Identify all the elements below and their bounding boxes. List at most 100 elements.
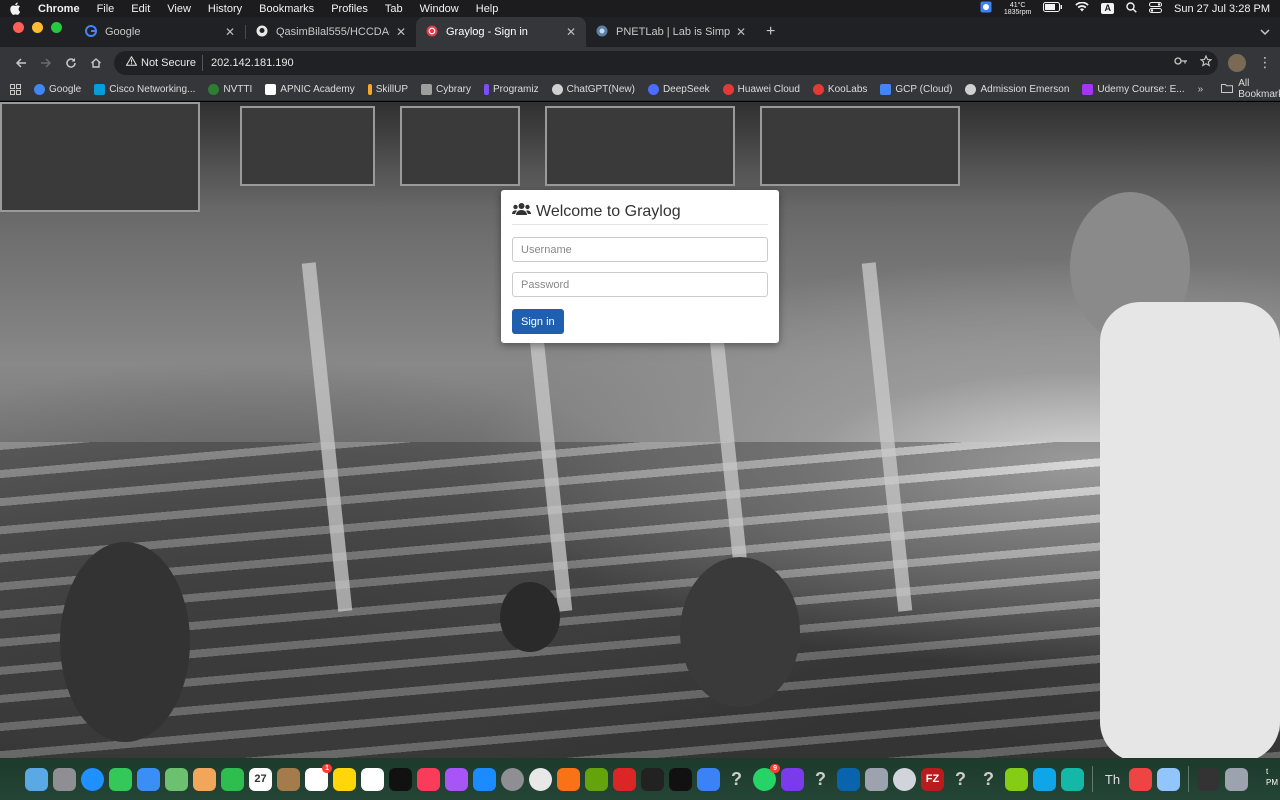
bookmark-star-icon[interactable]: [1199, 54, 1213, 70]
bookmark-huawei[interactable]: Huawei Cloud: [722, 83, 800, 95]
terminal-icon[interactable]: [669, 767, 692, 791]
temperature-readout[interactable]: 41°C 1835rpm: [1004, 2, 1032, 16]
visual-studio-icon[interactable]: [781, 767, 804, 791]
back-arrow-icon[interactable]: [8, 50, 33, 75]
bookmark-chatgpt[interactable]: ChatGPT(New): [551, 83, 635, 95]
apple-logo-icon[interactable]: [10, 2, 24, 15]
tab-search-chevron-icon[interactable]: [1260, 17, 1270, 47]
bookmark-apnic[interactable]: APNIC Academy: [265, 83, 355, 95]
menu-edit[interactable]: Edit: [131, 3, 150, 15]
stats-app-icon[interactable]: [980, 1, 992, 16]
xcode-icon[interactable]: [697, 767, 720, 791]
reminders-icon[interactable]: 1: [305, 763, 332, 791]
photos-icon[interactable]: [193, 767, 216, 791]
podcasts-icon[interactable]: [445, 767, 468, 791]
menu-tab[interactable]: Tab: [385, 3, 403, 15]
bookmarks-overflow-chevron-icon[interactable]: »: [1198, 84, 1204, 95]
calendar-icon[interactable]: 27: [249, 767, 272, 791]
password-key-icon[interactable]: [1174, 56, 1188, 69]
bookmark-koolabs[interactable]: KooLabs: [812, 83, 867, 95]
bookmark-programiz[interactable]: Programiz: [484, 83, 539, 95]
apple-tv-icon[interactable]: [389, 767, 412, 791]
bookmark-udemy[interactable]: Udemy Course: E...: [1082, 83, 1185, 95]
menu-app-chrome[interactable]: Chrome: [38, 3, 80, 15]
menu-view[interactable]: View: [167, 3, 191, 15]
anydesk-icon[interactable]: [1129, 767, 1152, 791]
tab-graylog[interactable]: Graylog - Sign in ✕: [416, 17, 586, 47]
preview-window-icon[interactable]: [1157, 767, 1180, 791]
typora-icon[interactable]: Th: [1101, 768, 1124, 791]
wifi-icon[interactable]: [1075, 1, 1090, 15]
cisco-packet-tracer-icon[interactable]: [613, 767, 636, 791]
close-tab-icon[interactable]: ✕: [396, 25, 406, 39]
control-center-icon[interactable]: [1148, 1, 1162, 16]
close-window-button[interactable]: [13, 21, 24, 33]
apps-grid-icon[interactable]: [10, 83, 21, 95]
app-store-icon[interactable]: [473, 767, 496, 791]
menu-profiles[interactable]: Profiles: [331, 3, 368, 15]
chrome-icon[interactable]: [529, 767, 552, 791]
unknown-app-icon[interactable]: ?: [977, 768, 1000, 791]
menu-help[interactable]: Help: [476, 3, 499, 15]
bookmark-admission-emerson[interactable]: Admission Emerson: [965, 83, 1069, 95]
profile-avatar[interactable]: [1228, 53, 1246, 72]
contacts-icon[interactable]: [277, 767, 300, 791]
maps-icon[interactable]: [165, 767, 188, 791]
freeform-icon[interactable]: [361, 767, 384, 791]
chrome-menu-kebab-icon[interactable]: ⋮: [1258, 54, 1272, 71]
wireshark-icon[interactable]: [1033, 767, 1056, 791]
messages-icon[interactable]: [109, 767, 132, 791]
minimized-window-icon[interactable]: [1197, 767, 1220, 791]
mail-icon[interactable]: [137, 767, 160, 791]
activity-monitor-icon[interactable]: [641, 767, 664, 791]
launchpad-icon[interactable]: [53, 767, 76, 791]
battery-icon[interactable]: [1043, 2, 1063, 15]
bookmark-cybrary[interactable]: Cybrary: [421, 83, 471, 95]
close-tab-icon[interactable]: ✕: [225, 25, 235, 39]
bookmark-cisco[interactable]: Cisco Networking...: [94, 83, 195, 95]
bookmark-gcp[interactable]: GCP (Cloud): [880, 83, 952, 95]
android-file-transfer-icon[interactable]: [1005, 767, 1028, 791]
sign-in-button[interactable]: Sign in: [512, 309, 564, 334]
unknown-app-icon[interactable]: ?: [809, 768, 832, 791]
whatsapp-icon[interactable]: 9: [753, 763, 780, 791]
menu-file[interactable]: File: [97, 3, 115, 15]
utility-app-icon[interactable]: [865, 767, 888, 791]
safari-icon[interactable]: [81, 767, 104, 791]
bookmark-deepseek[interactable]: DeepSeek: [647, 83, 710, 95]
unknown-app-icon[interactable]: ?: [725, 768, 748, 791]
close-tab-icon[interactable]: ✕: [566, 25, 576, 39]
system-settings-icon[interactable]: [501, 767, 524, 791]
address-bar[interactable]: Not Secure 202.142.181.190: [114, 50, 1218, 75]
new-tab-plus-icon[interactable]: +: [756, 17, 785, 47]
music-icon[interactable]: [417, 767, 440, 791]
screen-recorder-icon[interactable]: [557, 767, 580, 791]
outlook-icon[interactable]: [837, 767, 860, 791]
tab-google[interactable]: Google ✕: [75, 17, 245, 47]
reload-icon[interactable]: [58, 50, 83, 75]
excel-icon[interactable]: [585, 767, 608, 791]
menu-bookmarks[interactable]: Bookmarks: [259, 3, 314, 15]
menu-window[interactable]: Window: [420, 3, 459, 15]
menu-history[interactable]: History: [208, 3, 242, 15]
notes-icon[interactable]: [333, 767, 356, 791]
password-input[interactable]: [512, 272, 768, 297]
input-source-indicator[interactable]: A: [1101, 3, 1114, 14]
security-chip[interactable]: Not Secure: [120, 54, 204, 71]
screenshot-app-icon[interactable]: [1061, 767, 1084, 791]
tab-github[interactable]: QasimBilal555/HCCDA-Tech ✕: [246, 17, 416, 47]
bookmark-skillup[interactable]: SkillUP: [367, 83, 408, 95]
bookmark-nvtti[interactable]: NVTTI: [208, 83, 252, 95]
tab-pnetlab[interactable]: PNETLab | Lab is Simple ✕: [586, 17, 756, 47]
disk-utility-icon[interactable]: [893, 767, 916, 791]
home-icon[interactable]: [83, 50, 108, 75]
menubar-clock[interactable]: Sun 27 Jul 3:28 PM: [1174, 3, 1270, 15]
url-text[interactable]: 202.142.181.190: [211, 57, 294, 69]
unknown-app-icon[interactable]: ?: [949, 768, 972, 791]
filezilla-icon[interactable]: FZ: [921, 767, 944, 791]
trash-icon[interactable]: [1225, 767, 1248, 791]
minimize-window-button[interactable]: [32, 21, 43, 33]
finder-icon[interactable]: [25, 767, 48, 791]
facetime-icon[interactable]: [221, 767, 244, 791]
username-input[interactable]: [512, 237, 768, 262]
